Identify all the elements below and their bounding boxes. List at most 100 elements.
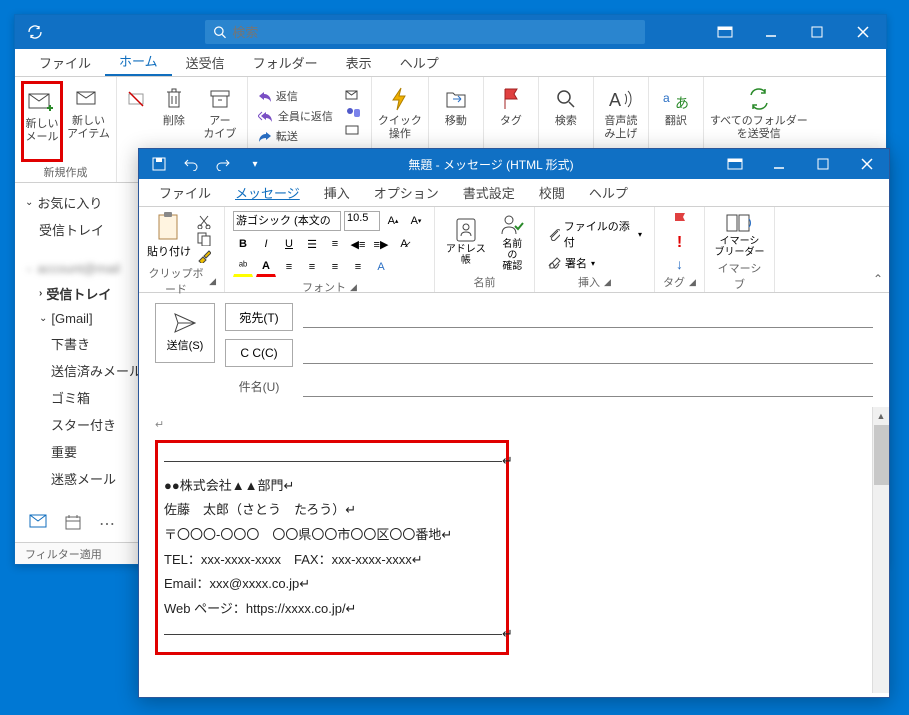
redo-button[interactable] <box>209 157 237 171</box>
refresh-button[interactable] <box>15 24 55 40</box>
ctab-insert[interactable]: 挿入 <box>312 179 362 206</box>
sidebar-gmail[interactable]: ⌄[Gmail] <box>15 307 152 330</box>
reply-button[interactable]: 返信 <box>254 87 337 105</box>
compose-window: ▾ 無題 - メッセージ (HTML 形式) ファイル メッセージ 挿入 オプシ… <box>138 148 890 698</box>
low-importance-button[interactable]: ↓ <box>676 256 683 272</box>
numbering-button[interactable]: ≡ <box>325 234 345 254</box>
move-folder-icon <box>445 89 467 109</box>
search-box[interactable] <box>205 20 645 44</box>
mail-nav-icon[interactable] <box>29 514 47 534</box>
sidebar-inbox-fav[interactable]: 受信トレイ <box>15 216 152 243</box>
format-painter-button[interactable] <box>197 249 211 263</box>
more-respond-button[interactable] <box>341 123 365 137</box>
forward-button[interactable]: 転送 <box>254 127 337 145</box>
save-button[interactable] <box>145 157 173 171</box>
outdent-button[interactable]: ◀≡ <box>348 234 368 254</box>
close-button[interactable] <box>840 15 886 49</box>
ctab-help[interactable]: ヘルプ <box>577 179 640 206</box>
sidebar-sent[interactable]: 送信済みメール <box>15 357 152 384</box>
compose-ribbon-display[interactable] <box>713 158 757 170</box>
cut-button[interactable] <box>197 215 211 229</box>
ctab-file[interactable]: ファイル <box>147 179 223 206</box>
high-importance-button[interactable]: ! <box>677 234 682 252</box>
font-name-select[interactable]: 游ゴシック (本文の <box>233 211 341 231</box>
address-book-button[interactable]: アドレス帳 <box>443 217 489 266</box>
compose-header-fields: 送信(S) 宛先(T) C C(C) 件名(U) <box>139 293 889 407</box>
sidebar-important[interactable]: 重要 <box>15 438 152 465</box>
sidebar-trash[interactable]: ゴミ箱 <box>15 384 152 411</box>
grow-font-button[interactable]: A▴ <box>383 211 403 231</box>
tab-file[interactable]: ファイル <box>25 49 105 76</box>
search-input[interactable] <box>232 25 637 40</box>
indent-button[interactable]: ≡▶ <box>371 234 391 254</box>
lightning-icon <box>390 87 410 111</box>
to-field[interactable] <box>303 306 873 328</box>
tab-help[interactable]: ヘルプ <box>386 49 453 76</box>
sidebar-drafts[interactable]: 下書き <box>15 330 152 357</box>
highlight-button[interactable]: ᵃᵇ <box>233 257 253 277</box>
cc-field[interactable] <box>303 342 873 364</box>
calendar-nav-icon[interactable] <box>65 514 81 534</box>
subject-field[interactable] <box>303 375 873 397</box>
scroll-thumb[interactable] <box>874 425 889 485</box>
copy-button[interactable] <box>197 232 211 246</box>
bullets-button[interactable]: ☰ <box>302 234 322 254</box>
styles-button[interactable]: A <box>371 257 391 277</box>
minimize-button[interactable] <box>748 15 794 49</box>
more-nav-icon[interactable]: ⋯ <box>99 514 115 534</box>
cc-button[interactable]: C C(C) <box>225 339 293 367</box>
favorites-header[interactable]: ⌄お気に入り <box>15 189 152 216</box>
paste-button[interactable]: 貼り付け <box>147 211 191 263</box>
body-scrollbar[interactable]: ▲ <box>872 407 889 693</box>
account-header[interactable]: ⌄account@mail <box>15 257 152 280</box>
attach-file-button[interactable]: ファイルの添付 ▾ <box>543 217 646 251</box>
tab-sendreceive[interactable]: 送受信 <box>172 49 239 76</box>
message-body[interactable]: ↵ ――――――――――――――――――――――――――↵ ●●株式会社▲▲部門… <box>139 407 889 693</box>
sidebar-inbox[interactable]: ›受信トレイ <box>15 280 152 307</box>
font-size-select[interactable]: 10.5 <box>344 211 380 231</box>
signature-icon <box>547 256 561 270</box>
collapse-ribbon-button[interactable]: ⌃ <box>873 272 883 286</box>
sidebar-spam[interactable]: 迷惑メール <box>15 465 152 492</box>
ctab-message[interactable]: メッセージ <box>223 179 312 206</box>
shrink-font-button[interactable]: A▾ <box>406 211 426 231</box>
send-button[interactable]: 送信(S) <box>155 303 215 363</box>
compose-maximize[interactable] <box>801 158 845 170</box>
new-mail-button[interactable]: 新しい メール <box>21 81 63 162</box>
tab-folder[interactable]: フォルダー <box>239 49 332 76</box>
signature-button[interactable]: 署名 ▾ <box>543 254 646 272</box>
ctab-format[interactable]: 書式設定 <box>451 179 527 206</box>
compose-close[interactable] <box>845 158 889 170</box>
italic-button[interactable]: I <box>256 234 276 254</box>
ribbon-display-button[interactable] <box>702 15 748 49</box>
scroll-up-arrow[interactable]: ▲ <box>873 407 889 424</box>
tab-home[interactable]: ホーム <box>105 47 172 76</box>
align-left-button[interactable]: ≡ <box>279 257 299 277</box>
sidebar-starred[interactable]: スター付き <box>15 411 152 438</box>
clear-format-button[interactable]: A̷ <box>394 234 414 254</box>
ctab-review[interactable]: 校閲 <box>527 179 577 206</box>
check-names-button[interactable]: 名前の 確認 <box>499 212 526 272</box>
folder-sidebar: ⌄お気に入り 受信トレイ ⌄account@mail ›受信トレイ ⌄[Gmai… <box>15 183 153 564</box>
maximize-button[interactable] <box>794 15 840 49</box>
trash-icon <box>164 87 184 111</box>
share-teams-button[interactable] <box>341 105 365 121</box>
align-center-button[interactable]: ≡ <box>302 257 322 277</box>
immersive-reader-button[interactable]: イマーシ ブリーダー <box>715 211 765 258</box>
new-items-button[interactable]: 新しい アイテム <box>67 81 110 162</box>
justify-button[interactable]: ≡ <box>348 257 368 277</box>
underline-button[interactable]: U <box>279 234 299 254</box>
meeting-button[interactable] <box>341 87 365 103</box>
bold-button[interactable]: B <box>233 234 253 254</box>
ctab-options[interactable]: オプション <box>362 179 451 206</box>
qat-dropdown[interactable]: ▾ <box>241 157 269 171</box>
tab-view[interactable]: 表示 <box>332 49 386 76</box>
undo-button[interactable] <box>177 157 205 171</box>
font-color-button[interactable]: A <box>256 257 276 277</box>
follow-up-button[interactable] <box>672 212 688 230</box>
compose-minimize[interactable] <box>757 158 801 170</box>
reply-all-button[interactable]: 全員に返信 <box>254 107 337 125</box>
align-right-button[interactable]: ≡ <box>325 257 345 277</box>
to-button[interactable]: 宛先(T) <box>225 303 293 331</box>
read-aloud-icon: A <box>609 88 633 110</box>
